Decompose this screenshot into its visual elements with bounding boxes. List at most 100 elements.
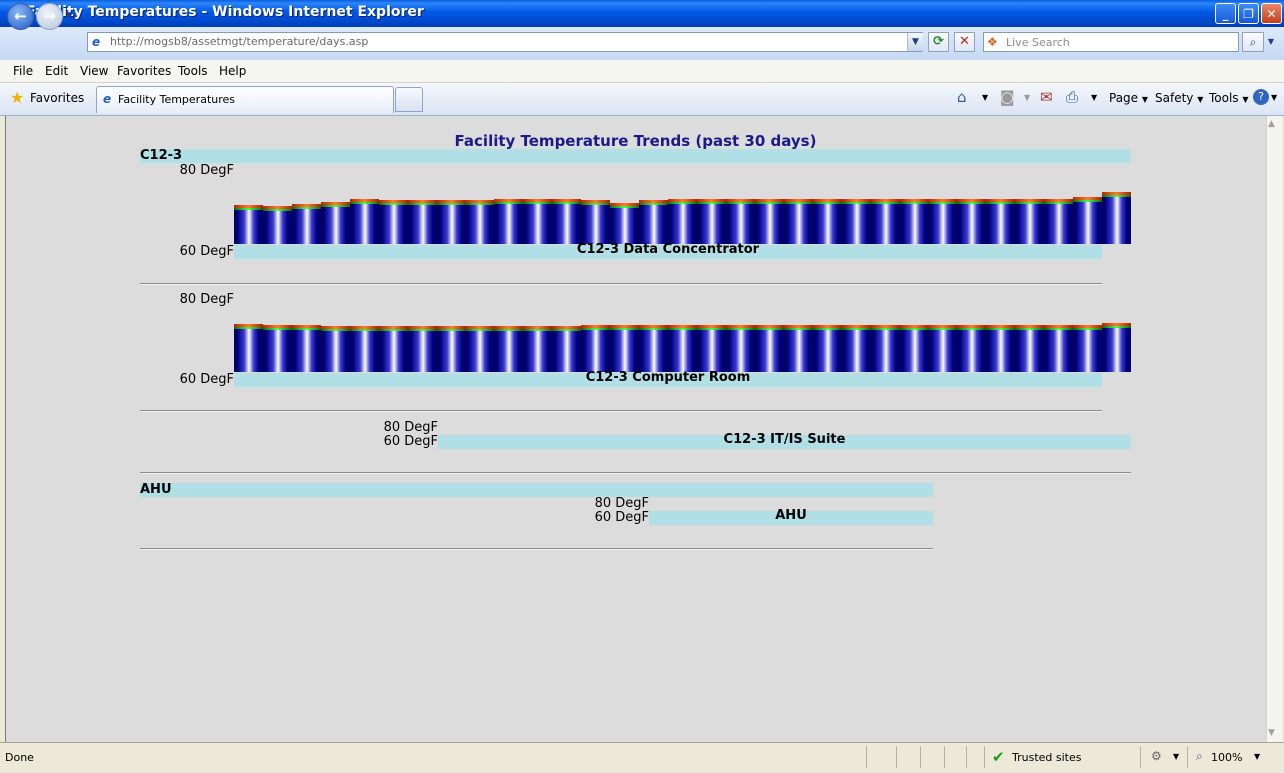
temperature-bar (900, 199, 929, 244)
group-header-ahu: AHU (140, 482, 933, 497)
feeds-icon[interactable]: ◙ (1000, 88, 1015, 106)
temperature-bar (668, 325, 697, 372)
menu-edit[interactable]: Edit (45, 64, 68, 78)
divider (140, 410, 1102, 412)
status-separator (866, 746, 867, 768)
bar-body (639, 205, 668, 244)
bar-body (408, 205, 437, 244)
back-button[interactable]: ← (7, 3, 34, 30)
protected-mode-icon[interactable]: ⚙ (1151, 749, 1162, 763)
bar-body (1073, 202, 1102, 244)
temperature-bar (610, 325, 639, 372)
zoom-icon[interactable]: ⌕ (1196, 749, 1203, 764)
window-title: Facility Temperatures - Windows Internet… (26, 4, 424, 20)
temperature-bar (379, 200, 408, 244)
temperature-bar (465, 200, 494, 244)
temperature-bar (494, 326, 523, 372)
group-name: C12-3 (140, 148, 183, 163)
feeds-dropdown-icon[interactable]: ▼ (1024, 93, 1030, 102)
menu-file[interactable]: File (13, 64, 33, 78)
home-icon[interactable]: ⌂ (957, 88, 967, 106)
menu-favorites[interactable]: Favorites (117, 64, 171, 78)
bar-body (957, 204, 986, 244)
bar-body (234, 210, 263, 244)
safety-menu-label: Safety (1155, 91, 1194, 105)
mail-icon[interactable]: ✉ (1040, 88, 1053, 106)
temperature-bar (379, 326, 408, 372)
maximize-button[interactable]: ❐ (1238, 3, 1259, 24)
bar-body (871, 330, 900, 372)
sensor-name: C12-3 Computer Room (585, 370, 751, 385)
chevron-down-icon: ▼ (1197, 95, 1204, 104)
bar-body (1015, 204, 1044, 244)
bar-body (379, 205, 408, 244)
forward-button[interactable]: → (36, 3, 63, 30)
bar-body (437, 331, 466, 372)
scale-high-label: 80 DegF (383, 420, 438, 435)
recent-pages-dropdown-icon[interactable]: ▼ (66, 11, 73, 21)
new-tab-button[interactable] (395, 87, 423, 112)
scroll-down-icon[interactable]: ▼ (1268, 728, 1275, 738)
bar-body (350, 331, 379, 372)
print-icon[interactable]: ⎙ (1066, 88, 1078, 106)
divider (140, 548, 933, 550)
search-placeholder: Live Search (1006, 36, 1070, 49)
temperature-bar (755, 325, 784, 372)
bar-body (523, 331, 552, 372)
temperature-bar (784, 325, 813, 372)
menu-view[interactable]: View (80, 64, 108, 78)
bar-body (1073, 330, 1102, 372)
sensor-label-band: C12-3 Computer Room (234, 370, 1102, 387)
bar-body (900, 204, 929, 244)
print-dropdown-icon[interactable]: ▼ (1091, 93, 1097, 102)
help-icon[interactable]: ? (1253, 89, 1269, 105)
address-url[interactable]: http://mogsb8/assetmgt/temperature/days.… (110, 35, 368, 48)
bar-body (321, 331, 350, 372)
protected-mode-dropdown-icon[interactable]: ▼ (1173, 752, 1179, 761)
temperature-bar (986, 199, 1015, 244)
vertical-scrollbar[interactable] (1266, 116, 1282, 742)
scroll-up-icon[interactable]: ▲ (1268, 119, 1275, 129)
bar-body (292, 209, 321, 244)
tab-label[interactable]: Facility Temperatures (118, 93, 235, 106)
temperature-bar (610, 203, 639, 244)
zoom-level[interactable]: 100% (1211, 751, 1242, 764)
security-zone-label[interactable]: Trusted sites (1012, 751, 1082, 764)
tools-menu[interactable]: Tools ▼ (1209, 91, 1249, 105)
zoom-dropdown-icon[interactable]: ▼ (1254, 752, 1260, 761)
favorites-button[interactable]: Favorites (30, 91, 84, 105)
close-button[interactable]: ✕ (1261, 3, 1282, 24)
search-icon[interactable]: ⌕ (1242, 32, 1264, 52)
menu-tools[interactable]: Tools (178, 64, 208, 78)
temperature-bar (292, 204, 321, 244)
temperature-bar (350, 326, 379, 372)
bar-body (610, 208, 639, 244)
home-dropdown-icon[interactable]: ▼ (982, 93, 988, 102)
stop-button[interactable]: ✕ (954, 32, 975, 52)
bar-body (986, 330, 1015, 372)
divider (140, 472, 1131, 474)
temperature-bar (639, 200, 668, 244)
temperature-chart-data-concentrator (234, 177, 1131, 244)
address-dropdown-icon[interactable]: ▼ (907, 33, 923, 51)
page-menu-label: Page (1109, 91, 1139, 105)
temperature-bar (1044, 199, 1073, 244)
bar-body (1044, 330, 1073, 372)
bar-body (552, 331, 581, 372)
refresh-button[interactable]: ⟳ (928, 32, 949, 52)
search-options-dropdown-icon[interactable]: ▼ (1265, 32, 1277, 52)
minimize-button[interactable]: _ (1215, 3, 1236, 24)
temperature-bar (957, 325, 986, 372)
temperature-bar (842, 199, 871, 244)
temperature-bar (350, 199, 379, 244)
menu-help[interactable]: Help (219, 64, 246, 78)
safety-menu[interactable]: Safety ▼ (1155, 91, 1203, 105)
help-dropdown-icon[interactable]: ▼ (1271, 93, 1277, 102)
favorites-star-icon[interactable]: ★ (10, 89, 24, 107)
temperature-bar (784, 199, 813, 244)
title-bar: e Facility Temperatures - Windows Intern… (0, 0, 1284, 27)
bar-body (1102, 328, 1131, 372)
temperature-bar (668, 199, 697, 244)
status-separator (1140, 746, 1141, 768)
page-menu[interactable]: Page ▼ (1109, 91, 1148, 105)
